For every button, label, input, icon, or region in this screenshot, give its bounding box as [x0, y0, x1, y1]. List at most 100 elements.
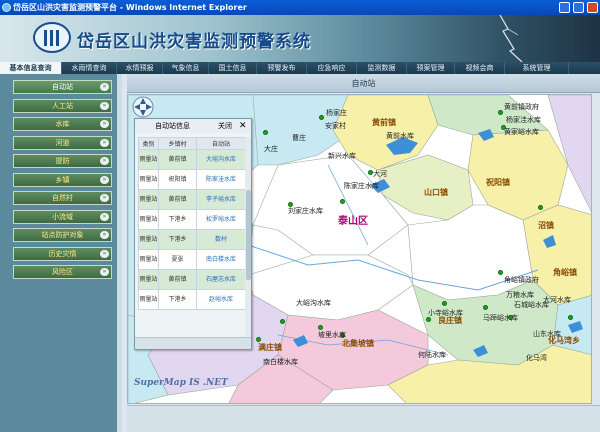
window-title: 岱岳区山洪灾害监测预警平台 - Windows Internet Explore…: [13, 3, 247, 12]
scrollbar-thumb[interactable]: [246, 190, 251, 280]
nav-tab[interactable]: 预警发布: [257, 62, 307, 74]
sidebar-item[interactable]: 站点防护对象 »: [13, 228, 112, 242]
map-status-bar: [127, 405, 600, 432]
nav-tab[interactable]: 水情预报: [117, 62, 163, 74]
station-marker[interactable]: [498, 270, 503, 275]
table-cell-station[interactable]: 李子峪水库: [196, 189, 246, 210]
header-banner: 岱岳区山洪灾害监测预警系统: [0, 15, 600, 62]
ie-icon: [2, 3, 11, 12]
station-table: 类别 乡镇村 自动站 雨量站 黄前镇 大峪沟水库 雨量站 祝阳镇 陈家洼水库 雨量站 黄前镇李…: [138, 137, 246, 310]
map-place-label: 大峪沟水库: [296, 299, 331, 307]
popup-header: 自动站信息 关闭 ✕: [135, 119, 251, 133]
browser-window: 岱岳区山洪灾害监测预警平台 - Windows Internet Explore…: [0, 0, 600, 432]
table-cell-town: 黄前镇: [158, 149, 197, 170]
table-cell-station[interactable]: 陈家洼水库: [196, 169, 246, 190]
nav-tab[interactable]: 基本信息查询: [0, 62, 62, 74]
close-window-button[interactable]: [587, 2, 598, 13]
station-marker[interactable]: [483, 305, 488, 310]
sidebar-item-label: 水库: [55, 120, 70, 128]
nav-tab[interactable]: 预案管理: [407, 62, 455, 74]
panel-title: 自动站: [127, 74, 600, 93]
top-nav: 基本信息查询 水雨情查询 水情预报 气象信息 国土信息 预警发布 应急响应 监测数据 预案管理视…: [0, 62, 600, 74]
sidebar-item-label: 自动站: [52, 83, 73, 91]
sidebar-item[interactable]: 提防 »: [13, 154, 112, 168]
sidebar-item[interactable]: 乡镇 »: [13, 172, 112, 187]
sidebar-item-label: 风险区: [52, 268, 73, 276]
table-row[interactable]: 雨量站 下港乡 数村: [138, 229, 246, 250]
nav-tab[interactable]: 视频会商: [455, 62, 505, 74]
chevron-right-icon: »: [100, 268, 109, 276]
station-marker[interactable]: [263, 130, 268, 135]
station-marker[interactable]: [280, 319, 285, 324]
table-row[interactable]: 雨量站 下港乡 赵峪水库: [138, 289, 246, 310]
map-place-label: 大庄: [264, 145, 278, 153]
sidebar-item-label: 自然村: [52, 194, 73, 202]
map-place-label: 化马湾: [526, 354, 547, 362]
sidebar-item[interactable]: 河道 »: [13, 135, 112, 150]
table-row[interactable]: 雨量站 黄前镇 李子峪水库: [138, 189, 246, 210]
chevron-right-icon: »: [100, 212, 109, 221]
popup-scrollbar[interactable]: [245, 137, 251, 349]
sidebar-item[interactable]: 自然村 »: [13, 191, 112, 205]
table-cell-station[interactable]: 数村: [196, 229, 246, 250]
map-place-label: 南白楼水库: [263, 358, 298, 366]
popup-title: 自动站信息: [155, 122, 190, 130]
popup-footer-bar: [135, 337, 251, 349]
sidebar-item[interactable]: 人工站 »: [13, 98, 112, 113]
sidebar-item[interactable]: 风险区 »: [13, 265, 112, 279]
column-header: 类别: [138, 137, 159, 150]
nav-tab[interactable]: 应急响应: [307, 62, 357, 74]
table-cell-type: 雨量站: [138, 149, 159, 170]
nav-tab[interactable]: 监测数据: [357, 62, 407, 74]
station-marker[interactable]: [340, 199, 345, 204]
nav-tab[interactable]: 气象信息: [163, 62, 209, 74]
map-place-label: 黄前水库: [386, 132, 414, 140]
table-cell-station[interactable]: 松罗峪水库: [196, 209, 246, 230]
table-row[interactable]: 雨量站 夏张 南白楼水库: [138, 249, 246, 270]
table-cell-station[interactable]: 赵峪水库: [196, 289, 246, 310]
nav-tab[interactable]: 水雨情查询: [62, 62, 117, 74]
table-cell-station[interactable]: 南白楼水库: [196, 249, 246, 270]
chevron-right-icon: »: [100, 138, 109, 147]
map-town-label: 北集坡镇: [342, 339, 374, 348]
table-row[interactable]: 雨量站 祝阳镇 陈家洼水库: [138, 169, 246, 190]
station-marker[interactable]: [442, 301, 447, 306]
map-view[interactable]: 黄前镇 祝阳镇 山口镇 泰山区 角峪镇 良庄镇 满庄镇 北集坡镇 化马湾乡 沼镇…: [127, 94, 592, 404]
station-marker[interactable]: [568, 315, 573, 320]
table-row[interactable]: 雨量站 下港乡 松罗峪水库: [138, 209, 246, 230]
station-marker[interactable]: [319, 115, 324, 120]
station-marker[interactable]: [498, 110, 503, 115]
popup-close-label[interactable]: 关闭: [218, 119, 232, 133]
station-info-popup: 自动站信息 关闭 ✕ 类别 乡镇村 自动站 雨量站 黄前镇 大峪沟水库 雨量站 祝阳镇陈…: [134, 118, 252, 350]
minimize-button[interactable]: [559, 2, 570, 13]
map-place-label: 新兴水库: [328, 152, 356, 160]
table-row[interactable]: 雨量站 黄前镇 石屋志水库: [138, 269, 246, 290]
sidebar-item[interactable]: 自动站 »: [13, 80, 112, 94]
map-place-label: 安家村: [325, 122, 346, 130]
station-marker[interactable]: [538, 205, 543, 210]
nav-tab[interactable]: 系统管理: [505, 62, 569, 74]
sidebar-item[interactable]: 历史灾情 »: [13, 246, 112, 261]
close-icon[interactable]: ✕: [239, 119, 247, 133]
chevron-right-icon: »: [100, 175, 109, 184]
table-cell-type: 雨量站: [138, 289, 159, 310]
lightning-decoration: [499, 15, 523, 62]
sidebar-item[interactable]: 小流域 »: [13, 209, 112, 224]
chevron-right-icon: »: [100, 249, 109, 258]
sidebar-item-label: 站点防护对象: [41, 231, 84, 239]
table-row[interactable]: 雨量站 黄前镇 大峪沟水库: [138, 149, 246, 170]
map-place-label: 何陆水库: [418, 351, 446, 359]
map-place-label: 杨家洼水库: [506, 116, 541, 124]
table-cell-type: 雨量站: [138, 229, 159, 250]
nav-tab[interactable]: 国土信息: [209, 62, 257, 74]
sidebar-collapse-handle[interactable]: [117, 74, 122, 432]
sidebar-item[interactable]: 水库 »: [13, 117, 112, 131]
map-place-label: 坡里水库: [318, 331, 346, 339]
table-cell-station[interactable]: 大峪沟水库: [196, 149, 246, 170]
sidebar-item-label: 人工站: [52, 101, 73, 110]
map-district-label: 泰山区: [338, 216, 368, 227]
supermap-watermark: SuperMap IS .NET: [134, 378, 228, 388]
maximize-button[interactable]: [573, 2, 584, 13]
table-cell-station[interactable]: 石屋志水库: [196, 269, 246, 290]
map-place-label: 黄前镇政府: [504, 103, 539, 111]
